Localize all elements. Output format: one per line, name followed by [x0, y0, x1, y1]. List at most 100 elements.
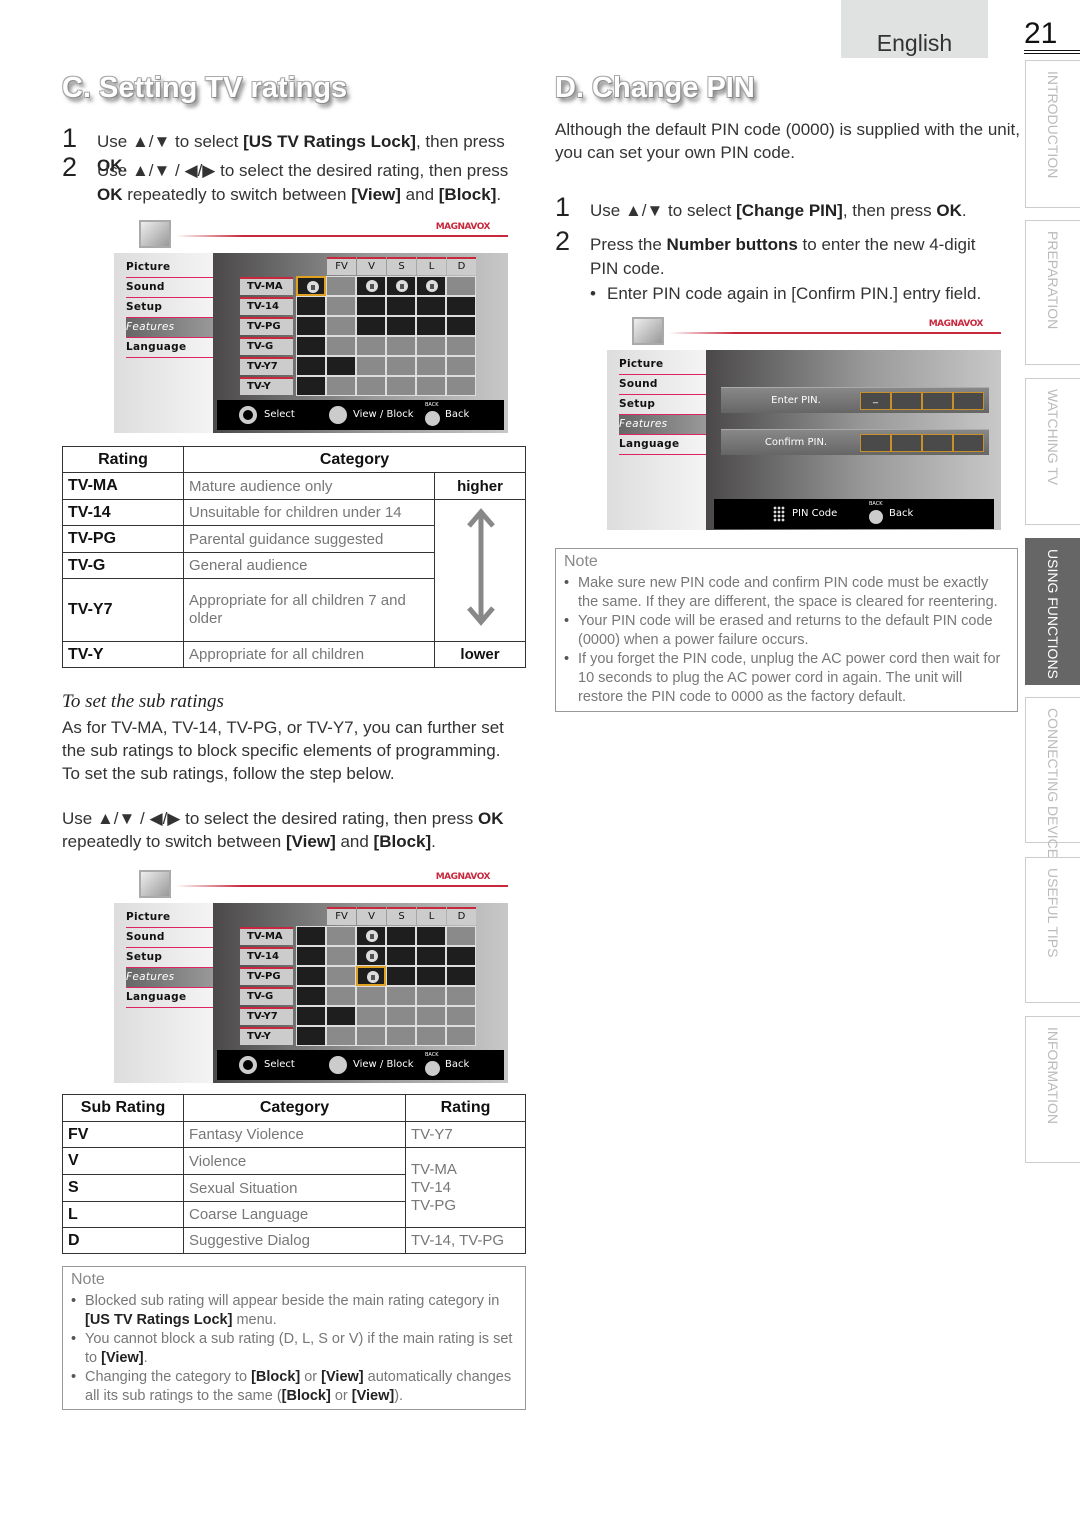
view-cell[interactable]	[356, 296, 386, 316]
na-cell[interactable]	[416, 336, 446, 356]
category-cell: Appropriate for all children	[183, 641, 435, 668]
side-tab-label: WATCHING TV	[1045, 389, 1061, 486]
note-item: Changing the category to [Block] or [Vie…	[71, 1368, 517, 1406]
side-tab-introduction[interactable]: INTRODUCTION	[1025, 60, 1080, 208]
category-cell: Mature audience only	[183, 472, 435, 500]
view-cell[interactable]	[386, 946, 416, 966]
menu-item-sound: Sound	[126, 928, 213, 948]
na-cell[interactable]	[326, 966, 356, 986]
na-cell[interactable]	[446, 1006, 476, 1026]
na-cell[interactable]	[416, 986, 446, 1006]
view-cell[interactable]	[416, 296, 446, 316]
na-cell[interactable]	[356, 1026, 386, 1046]
na-cell[interactable]	[356, 336, 386, 356]
na-cell[interactable]	[446, 356, 476, 376]
na-cell[interactable]	[446, 1026, 476, 1046]
na-cell[interactable]	[386, 1006, 416, 1026]
side-tab-connecting-devices[interactable]: CONNECTING DEVICES	[1025, 697, 1080, 867]
na-cell[interactable]	[416, 376, 446, 396]
na-cell[interactable]	[416, 356, 446, 376]
view-cell[interactable]	[296, 1026, 326, 1046]
sub-cell: V	[62, 1147, 184, 1175]
na-cell[interactable]	[326, 316, 356, 336]
na-cell[interactable]	[446, 376, 476, 396]
enter-pin-field[interactable]: Enter PIN. _	[721, 387, 989, 413]
view-cell[interactable]	[446, 296, 476, 316]
side-tab-useful-tips[interactable]: USEFUL TIPS	[1025, 857, 1080, 1003]
na-cell[interactable]	[356, 1006, 386, 1026]
na-cell[interactable]	[386, 376, 416, 396]
na-cell[interactable]	[326, 296, 356, 316]
na-cell[interactable]	[326, 376, 356, 396]
locked-cell[interactable]	[356, 926, 386, 946]
view-cell[interactable]	[446, 316, 476, 336]
step-1: 1 Use ▲/▼ to select [Change PIN], then p…	[555, 194, 1005, 223]
view-cell[interactable]	[446, 946, 476, 966]
na-cell[interactable]	[416, 1026, 446, 1046]
locked-cell[interactable]	[416, 276, 446, 296]
view-cell[interactable]	[296, 336, 326, 356]
na-cell[interactable]	[326, 1026, 356, 1046]
view-cell[interactable]	[326, 1006, 356, 1026]
na-cell[interactable]	[386, 356, 416, 376]
sub-column-header: FV	[327, 907, 356, 925]
view-cell[interactable]	[296, 356, 326, 376]
rating-cell: TV-G	[62, 552, 184, 579]
na-cell[interactable]	[446, 926, 476, 946]
na-cell[interactable]	[326, 276, 356, 296]
lock-icon	[367, 971, 379, 983]
na-cell[interactable]	[326, 986, 356, 1006]
view-cell[interactable]	[416, 316, 446, 336]
na-cell[interactable]	[326, 926, 356, 946]
side-tab-information[interactable]: INFORMATION	[1025, 1016, 1080, 1163]
view-cell[interactable]	[296, 986, 326, 1006]
view-cell[interactable]	[446, 966, 476, 986]
menu-item-features: Features	[126, 318, 213, 338]
side-tab-using-functions[interactable]: USING FUNCTIONS	[1025, 538, 1080, 685]
view-block-label: View / Block	[353, 1059, 414, 1070]
na-cell[interactable]	[326, 946, 356, 966]
na-cell[interactable]	[416, 1006, 446, 1026]
dpad-icon	[239, 1056, 257, 1074]
na-cell[interactable]	[386, 336, 416, 356]
view-cell[interactable]	[296, 376, 326, 396]
view-cell[interactable]	[296, 926, 326, 946]
view-cell[interactable]	[326, 356, 356, 376]
confirm-pin-field[interactable]: Confirm PIN.	[721, 429, 989, 455]
view-cell[interactable]	[386, 316, 416, 336]
view-cell[interactable]	[386, 926, 416, 946]
side-tab-watching-tv[interactable]: WATCHING TV	[1025, 378, 1080, 525]
side-tab-preparation[interactable]: PREPARATION	[1025, 220, 1080, 365]
locked-cell[interactable]	[386, 276, 416, 296]
note-list: Blocked sub rating will appear beside th…	[71, 1292, 517, 1406]
locked-cell[interactable]	[356, 946, 386, 966]
back-label: Back	[445, 409, 470, 420]
view-cell[interactable]	[416, 946, 446, 966]
na-cell[interactable]	[356, 376, 386, 396]
na-cell[interactable]	[356, 986, 386, 1006]
na-cell[interactable]	[446, 276, 476, 296]
na-cell[interactable]	[356, 356, 386, 376]
view-cell[interactable]	[416, 966, 446, 986]
header-divider	[176, 885, 508, 887]
step-text: Press the Number buttons to enter the ne…	[590, 235, 976, 278]
na-cell[interactable]	[326, 336, 356, 356]
na-cell[interactable]	[386, 986, 416, 1006]
locked-cell[interactable]	[356, 966, 386, 986]
locked-cell[interactable]	[356, 276, 386, 296]
na-cell[interactable]	[446, 986, 476, 1006]
view-cell[interactable]	[356, 316, 386, 336]
view-cell[interactable]	[296, 296, 326, 316]
view-cell[interactable]	[416, 926, 446, 946]
view-cell[interactable]	[296, 946, 326, 966]
view-cell[interactable]	[386, 296, 416, 316]
na-cell[interactable]	[386, 1026, 416, 1046]
view-cell[interactable]	[296, 1006, 326, 1026]
magnavox-logo: MAGNAVOX	[435, 872, 491, 882]
view-cell[interactable]	[296, 966, 326, 986]
higher-label: higher	[434, 472, 526, 500]
locked-cell[interactable]	[296, 276, 326, 296]
view-cell[interactable]	[386, 966, 416, 986]
view-cell[interactable]	[296, 316, 326, 336]
na-cell[interactable]	[446, 336, 476, 356]
